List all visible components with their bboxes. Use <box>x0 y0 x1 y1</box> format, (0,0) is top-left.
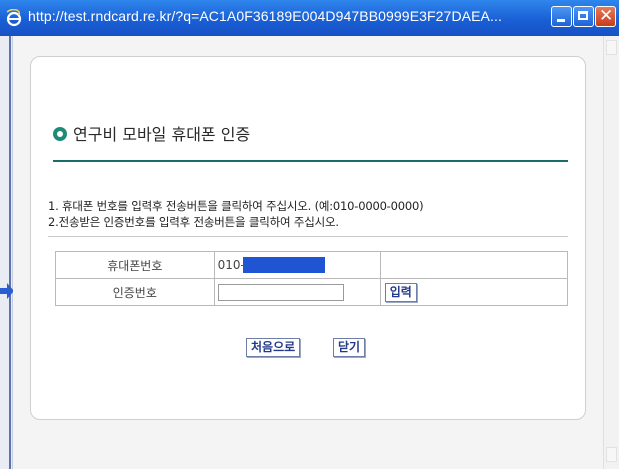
left-window-frame <box>0 36 13 469</box>
scroll-up-button[interactable] <box>606 40 617 55</box>
minimize-button[interactable] <box>551 6 572 27</box>
minimize-icon <box>557 19 565 22</box>
vertical-scrollbar[interactable] <box>603 36 619 469</box>
instruction-1: 1. 휴대폰 번호를 입력후 전송버튼을 클릭하여 주십시오. (예:010-0… <box>48 199 424 213</box>
auth-form-table: 휴대폰번호 010- 인증번호 입력 <box>55 251 569 306</box>
auth-panel <box>30 56 586 420</box>
instruction-2: 2.전송받은 인증번호를 입력후 전송버튼을 클릭하여 주십시오. <box>48 215 339 229</box>
auth-code-cell <box>213 278 381 306</box>
restart-button[interactable]: 처음으로 <box>246 338 301 357</box>
close-window-button[interactable]: ✕ <box>595 6 616 27</box>
internet-explorer-icon <box>6 9 22 27</box>
scroll-down-button[interactable] <box>606 447 617 462</box>
phone-label: 휴대폰번호 <box>55 251 215 279</box>
auth-code-input[interactable] <box>217 283 344 301</box>
maximize-button[interactable] <box>573 6 594 27</box>
phone-prefix: 010- <box>217 258 245 272</box>
section-title: 연구비 모바일 휴대폰 인증 <box>73 125 251 144</box>
phone-value-cell: 010- <box>213 251 381 279</box>
instruction-divider <box>48 236 568 237</box>
auth-code-label: 인증번호 <box>55 278 215 306</box>
window-url: http://test.rndcard.re.kr/?q=AC1A0F36189… <box>28 8 502 24</box>
auth-submit-cell: 입력 <box>379 278 569 306</box>
title-divider <box>53 160 568 162</box>
phone-extra-cell <box>379 251 569 279</box>
maximize-icon <box>578 11 588 20</box>
redacted-phone-number <box>242 257 325 273</box>
table-row: 휴대폰번호 010- <box>55 251 569 279</box>
close-icon: ✕ <box>599 6 614 26</box>
arrow-right-icon <box>0 283 14 299</box>
submit-auth-button[interactable]: 입력 <box>384 282 417 302</box>
close-button[interactable]: 닫기 <box>333 338 366 357</box>
left-frame-border <box>9 36 11 469</box>
bullet-icon <box>53 127 67 141</box>
table-row: 인증번호 입력 <box>55 278 569 306</box>
window-titlebar[interactable]: http://test.rndcard.re.kr/?q=AC1A0F36189… <box>0 0 619 36</box>
